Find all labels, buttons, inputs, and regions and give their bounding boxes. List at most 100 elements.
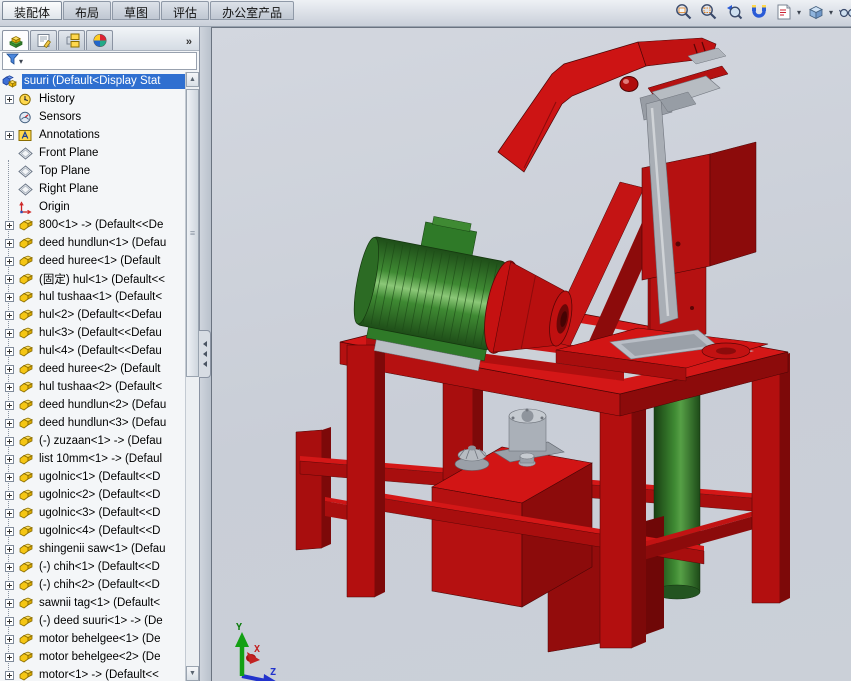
tree-item-24[interactable]: ugolnic<3> (Default<<D — [0, 504, 185, 522]
hide-show-items-icon[interactable] — [838, 2, 851, 22]
expand-toggle-icon[interactable] — [4, 526, 14, 536]
tree-item-17[interactable]: hul tushaa<2> (Default< — [0, 378, 185, 396]
propertymanager-tab[interactable] — [30, 30, 57, 50]
tree-item-27[interactable]: (-) chih<1> (Default<<D — [0, 558, 185, 576]
view-orientation-icon[interactable] — [774, 2, 794, 22]
tree-item-7[interactable]: Origin — [0, 198, 185, 216]
tree-item-0[interactable]: suuri (Default<Display Stat — [0, 72, 185, 90]
tree-item-31[interactable]: motor behelgee<1> (De — [0, 630, 185, 648]
tree-item-18[interactable]: deed hundlun<2> (Defau — [0, 396, 185, 414]
expand-toggle-icon[interactable] — [4, 472, 14, 482]
section-view-icon[interactable] — [749, 2, 769, 22]
tree-item-26[interactable]: shingenii saw<1> (Defau — [0, 540, 185, 558]
expand-toggle-icon[interactable] — [4, 454, 14, 464]
part-icon — [18, 236, 34, 250]
expand-toggle-icon[interactable] — [4, 670, 14, 680]
expand-toggle-icon[interactable] — [4, 382, 14, 392]
part-icon — [18, 470, 34, 484]
expand-toggle-icon[interactable] — [4, 652, 14, 662]
assembly-icon — [2, 74, 19, 88]
tree-item-8[interactable]: 800<1> -> (Default<<De — [0, 216, 185, 234]
expand-toggle-icon[interactable] — [4, 220, 14, 230]
tree-item-4[interactable]: Front Plane — [0, 144, 185, 162]
expand-toggle-icon[interactable] — [4, 436, 14, 446]
tree-item-11[interactable]: (固定) hul<1> (Default<< — [0, 270, 185, 288]
zoom-area-icon[interactable] — [699, 2, 719, 22]
expand-toggle-icon[interactable] — [4, 400, 14, 410]
tree-item-3[interactable]: Annotations — [0, 126, 185, 144]
command-tab-3[interactable]: 草图 — [112, 1, 161, 20]
tree-item-1[interactable]: History — [0, 90, 185, 108]
expand-toggle-icon[interactable] — [4, 364, 14, 374]
tree-item-15[interactable]: hul<4> (Default<<Defau — [0, 342, 185, 360]
expand-toggle-icon[interactable] — [4, 346, 14, 356]
tree-item-6[interactable]: Right Plane — [0, 180, 185, 198]
featuremanager-tab[interactable] — [2, 30, 29, 50]
zoom-fit-icon[interactable] — [674, 2, 694, 22]
tree-item-13[interactable]: hul<2> (Default<<Defau — [0, 306, 185, 324]
expand-toggle-icon[interactable] — [4, 292, 14, 302]
manager-tabs-overflow-button[interactable]: » — [181, 36, 197, 50]
expand-toggle-icon[interactable] — [4, 310, 14, 320]
tree-item-10[interactable]: deed huree<1> (Default — [0, 252, 185, 270]
tree-item-21[interactable]: list 10mm<1> -> (Defaul — [0, 450, 185, 468]
display-style-icon[interactable] — [806, 2, 826, 22]
expand-toggle-icon[interactable] — [4, 544, 14, 554]
expand-toggle-icon[interactable] — [4, 490, 14, 500]
scroll-down-button[interactable]: ▼ — [186, 666, 199, 681]
expand-toggle-icon[interactable] — [4, 616, 14, 626]
feature-tree-area: suuri (Default<Display Stat History Sensor… — [0, 72, 185, 681]
expand-toggle-icon[interactable] — [4, 508, 14, 518]
tree-scrollbar[interactable]: ▲ ≡ ▼ — [185, 72, 199, 681]
tree-item-32[interactable]: motor behelgee<2> (De — [0, 648, 185, 666]
tree-item-label: Origin — [39, 200, 70, 213]
tree-item-14[interactable]: hul<3> (Default<<Defau — [0, 324, 185, 342]
graphics-viewport[interactable]: X Z Y — [211, 27, 851, 681]
expand-toggle-icon[interactable] — [4, 562, 14, 572]
command-tab-4[interactable]: 评估 — [161, 1, 210, 20]
tree-item-25[interactable]: ugolnic<4> (Default<<D — [0, 522, 185, 540]
tree-item-28[interactable]: (-) chih<2> (Default<<D — [0, 576, 185, 594]
collapse-arrow-icon — [202, 361, 207, 367]
panel-collapse-handle[interactable] — [199, 330, 211, 378]
expand-toggle-icon[interactable] — [4, 238, 14, 248]
expand-toggle-icon[interactable] — [4, 598, 14, 608]
tree-item-20[interactable]: (-) zuzaan<1> -> (Defau — [0, 432, 185, 450]
tree-item-29[interactable]: sawnii tag<1> (Default< — [0, 594, 185, 612]
scroll-up-button[interactable]: ▲ — [186, 72, 199, 87]
tree-filter-input[interactable]: ▾ — [2, 52, 197, 70]
command-tab-1[interactable]: 装配体 — [2, 1, 63, 20]
tree-item-9[interactable]: deed hundlun<1> (Defau — [0, 234, 185, 252]
tree-item-12[interactable]: hul tushaa<1> (Default< — [0, 288, 185, 306]
command-tab-5[interactable]: 办公室产品 — [210, 1, 295, 20]
tree-item-5[interactable]: Top Plane — [0, 162, 185, 180]
expand-toggle-icon[interactable] — [4, 274, 14, 284]
expand-toggle-icon[interactable] — [4, 580, 14, 590]
tree-item-23[interactable]: ugolnic<2> (Default<<D — [0, 486, 185, 504]
scroll-thumb[interactable]: ≡ — [186, 89, 199, 377]
view-orientation-dropdown-caret[interactable]: ▾ — [797, 8, 801, 17]
previous-view-icon[interactable] — [724, 2, 744, 22]
filter-caret-icon[interactable]: ▾ — [19, 57, 23, 66]
expand-toggle-icon[interactable] — [4, 94, 14, 104]
tree-item-33[interactable]: motor<1> -> (Default<< — [0, 666, 185, 681]
tree-item-30[interactable]: (-) deed suuri<1> -> (De — [0, 612, 185, 630]
tree-item-label: Top Plane — [39, 164, 91, 177]
tree-item-16[interactable]: deed huree<2> (Default — [0, 360, 185, 378]
expand-toggle-icon[interactable] — [4, 328, 14, 338]
display-style-dropdown-caret[interactable]: ▾ — [829, 8, 833, 17]
tree-item-2[interactable]: Sensors — [0, 108, 185, 126]
configurationmanager-tab[interactable] — [58, 30, 85, 50]
assembly-3d-model[interactable]: X Z Y — [212, 28, 851, 681]
tree-item-19[interactable]: deed hundlun<3> (Defau — [0, 414, 185, 432]
history-icon — [18, 92, 34, 106]
expand-toggle-icon[interactable] — [4, 130, 14, 140]
expand-toggle-icon[interactable] — [4, 634, 14, 644]
expand-toggle-icon[interactable] — [4, 418, 14, 428]
plane-icon — [18, 146, 34, 160]
tree-item-22[interactable]: ugolnic<1> (Default<<D — [0, 468, 185, 486]
expand-toggle-icon[interactable] — [4, 256, 14, 266]
command-tab-2[interactable]: 布局 — [63, 1, 112, 20]
displaymanager-tab[interactable] — [86, 30, 113, 50]
